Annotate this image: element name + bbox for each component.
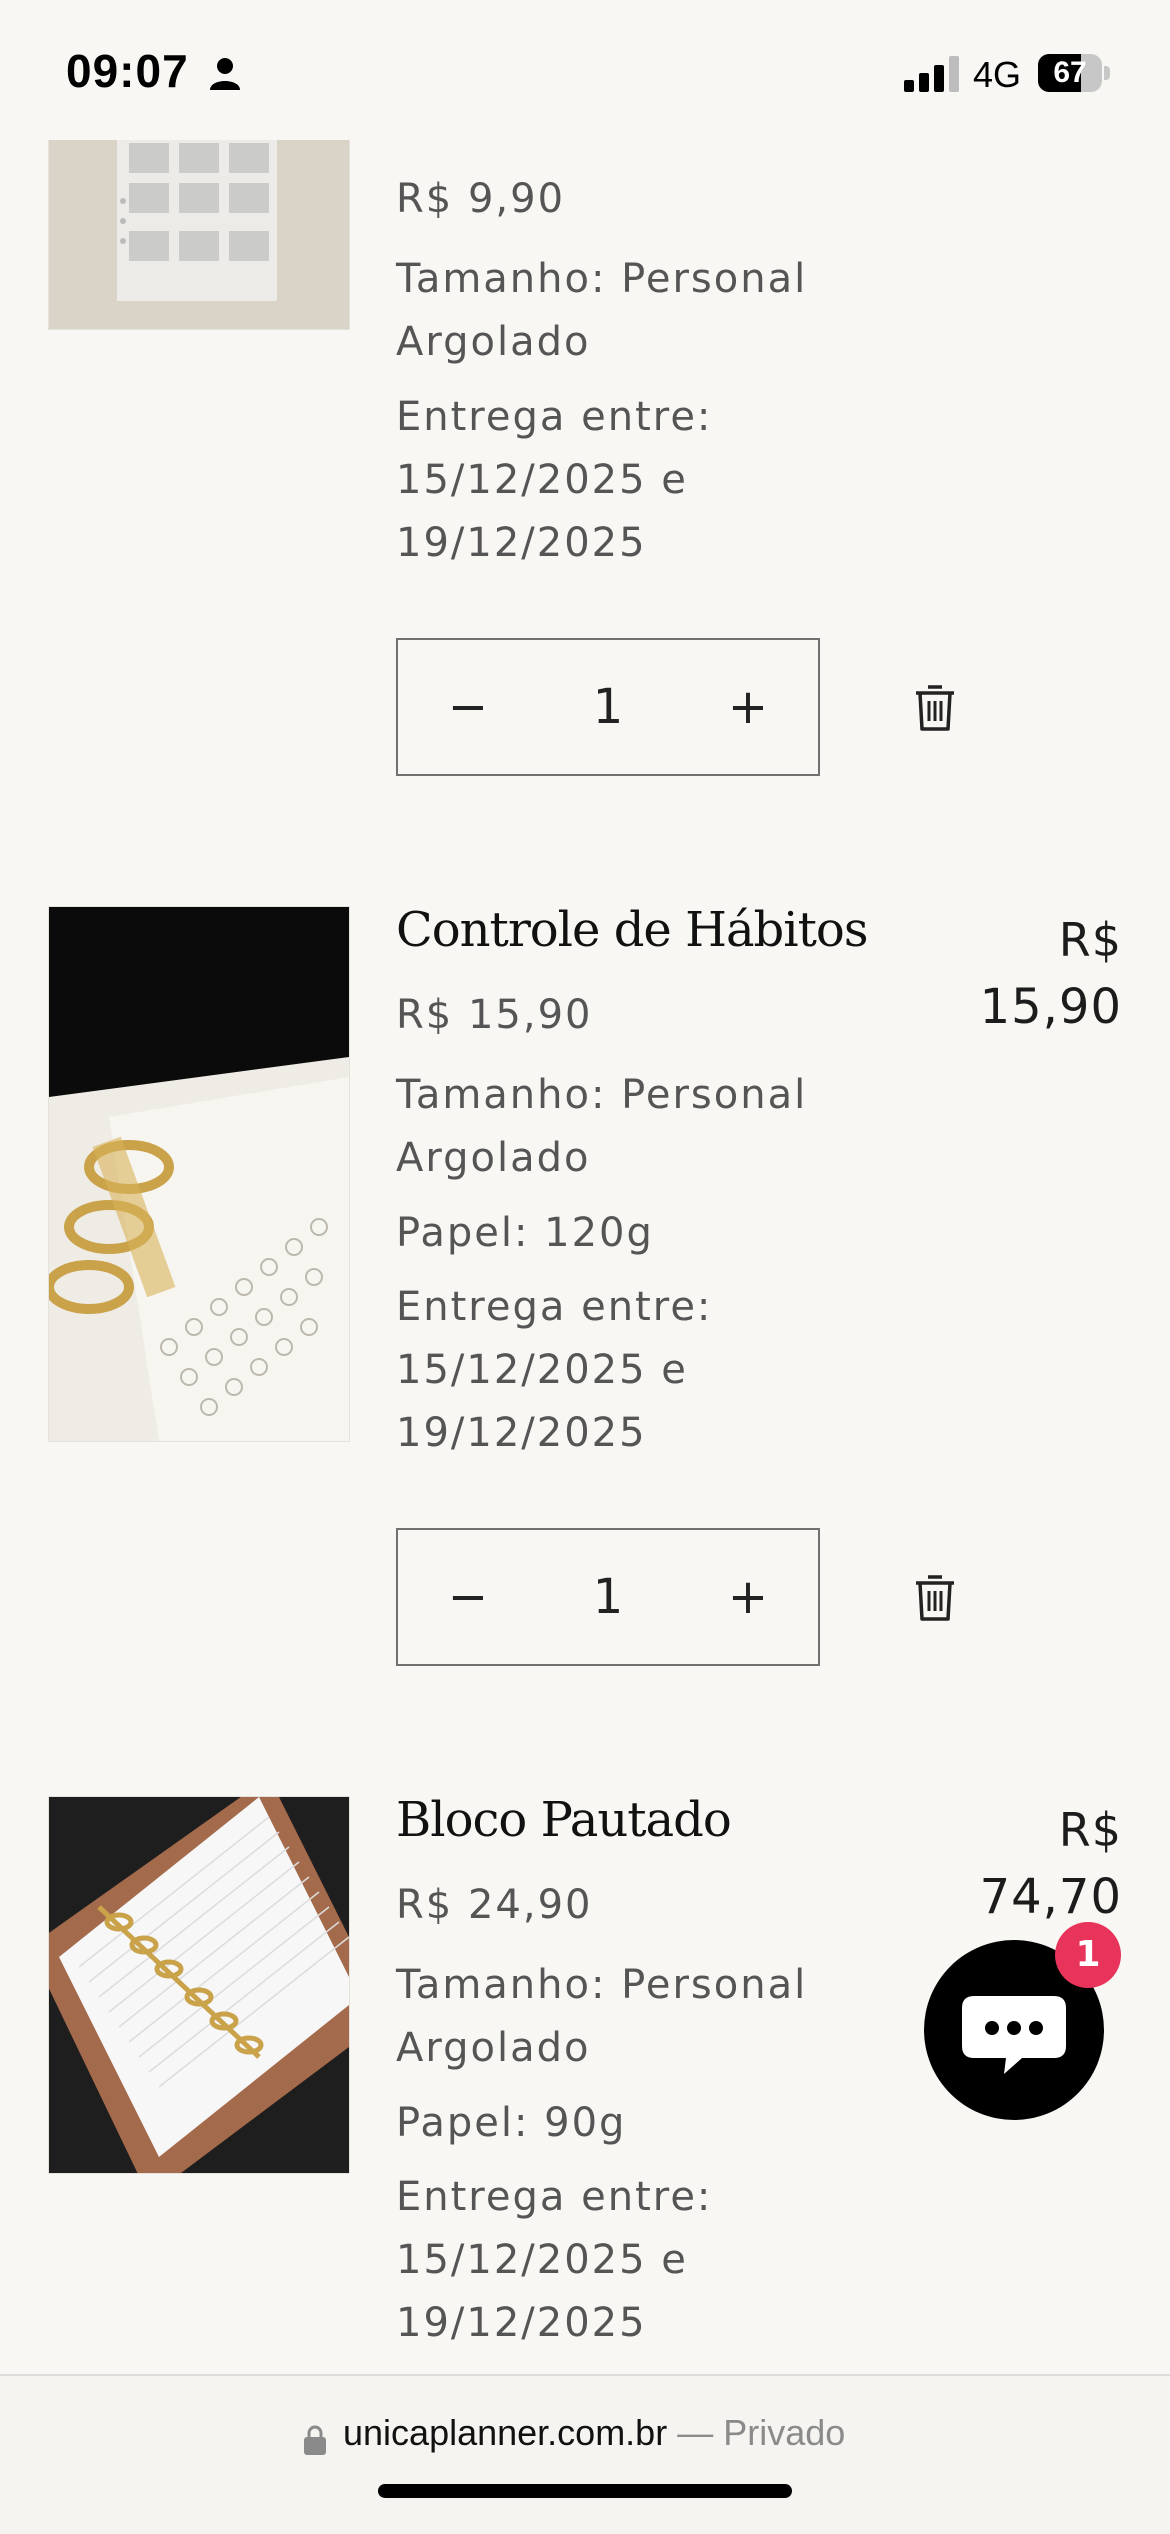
- cellular-signal-icon: [904, 56, 959, 92]
- item-1-size: Tamanho: Personal Argolado: [396, 248, 846, 374]
- item-3-delivery-to: 19/12/2025: [396, 2300, 647, 2346]
- item-2-increase-button[interactable]: +: [688, 1530, 808, 1664]
- item-1-delivery-label: Entrega entre:: [396, 394, 713, 440]
- item-3-total-currency: R$: [1058, 1803, 1122, 1857]
- item-1-delivery-to: 19/12/2025: [396, 520, 647, 566]
- item-1-quantity-stepper: − 1 +: [396, 638, 820, 776]
- item-2-delivery: Entrega entre: 15/12/2025 e 19/12/2025: [396, 1276, 846, 1465]
- item-2-decrease-button[interactable]: −: [408, 1530, 528, 1664]
- item-2-delivery-to: 19/12/2025: [396, 1410, 647, 1456]
- battery-icon: 67: [1038, 54, 1110, 92]
- item-3-delivery: Entrega entre: 15/12/2025 e 19/12/2025: [396, 2166, 846, 2355]
- url-private-label: — Privado: [667, 2412, 846, 2453]
- item-2-delivery-label: Entrega entre:: [396, 1284, 713, 1330]
- url-text[interactable]: unicaplanner.com.br — Privado: [343, 2412, 845, 2454]
- item-2-paper: Papel: 120g: [396, 1210, 654, 1256]
- home-indicator[interactable]: [378, 2484, 792, 2498]
- item-3-price: R$ 24,90: [396, 1882, 593, 1928]
- item-3-title[interactable]: Bloco Pautado: [396, 1792, 732, 1848]
- item-3-line-total: R$ 74,70: [882, 1792, 1122, 1926]
- item-2-line-total: R$ 15,90: [882, 902, 1122, 1036]
- item-2-quantity-value[interactable]: 1: [528, 1530, 688, 1664]
- item-1-size-line-1: Tamanho: Personal: [396, 256, 808, 302]
- item-2-trash-icon[interactable]: [912, 1573, 958, 1623]
- item-1-delivery-from: 15/12/2025 e: [396, 457, 688, 503]
- item-2-total-value: 15,90: [979, 979, 1122, 1035]
- lock-icon: [304, 2425, 326, 2455]
- chat-notification-badge: 1: [1055, 1922, 1121, 1988]
- item-2-delivery-from: 15/12/2025 e: [396, 1347, 688, 1393]
- item-1-size-line-2: Argolado: [396, 319, 591, 365]
- item-3-size-line-1: Tamanho: Personal: [396, 1962, 808, 2008]
- item-2-size: Tamanho: Personal Argolado: [396, 1064, 846, 1190]
- item-3-delivery-label: Entrega entre:: [396, 2174, 713, 2220]
- person-icon: [210, 58, 240, 90]
- item-2-quantity-stepper: − 1 +: [396, 1528, 820, 1666]
- status-bar: 09:07 4G 67: [0, 0, 1170, 140]
- item-3-size: Tamanho: Personal Argolado: [396, 1954, 846, 2080]
- item-1-quantity-value[interactable]: 1: [528, 640, 688, 774]
- item-3-size-line-2: Argolado: [396, 2025, 591, 2071]
- item-2-price: R$ 15,90: [396, 992, 593, 1038]
- item-1-price: R$ 9,90: [396, 176, 566, 222]
- item-3-delivery-from: 15/12/2025 e: [396, 2237, 688, 2283]
- item-2-title[interactable]: Controle de Hábitos: [396, 902, 868, 958]
- network-type: 4G: [973, 54, 1022, 95]
- status-time: 09:07: [66, 45, 189, 97]
- item-2-size-line-2: Argolado: [396, 1135, 591, 1181]
- item-3-total-value: 74,70: [979, 1869, 1122, 1925]
- browser-address-bar[interactable]: unicaplanner.com.br — Privado: [0, 2374, 1170, 2534]
- url-domain: unicaplanner.com.br: [343, 2412, 668, 2453]
- item-1-increase-button[interactable]: +: [688, 640, 808, 774]
- item-2-total-currency: R$: [1058, 913, 1122, 967]
- product-image-controle-de-habitos[interactable]: [48, 906, 350, 1442]
- battery-percent: 67: [1053, 56, 1087, 89]
- item-3-paper: Papel: 90g: [396, 2100, 627, 2146]
- product-image-calendar[interactable]: [48, 120, 350, 330]
- item-2-size-line-1: Tamanho: Personal: [396, 1072, 808, 1118]
- product-image-bloco-pautado[interactable]: [48, 1796, 350, 2174]
- item-1-delivery: Entrega entre: 15/12/2025 e 19/12/2025: [396, 386, 846, 575]
- item-1-decrease-button[interactable]: −: [408, 640, 528, 774]
- item-1-trash-icon[interactable]: [912, 683, 958, 733]
